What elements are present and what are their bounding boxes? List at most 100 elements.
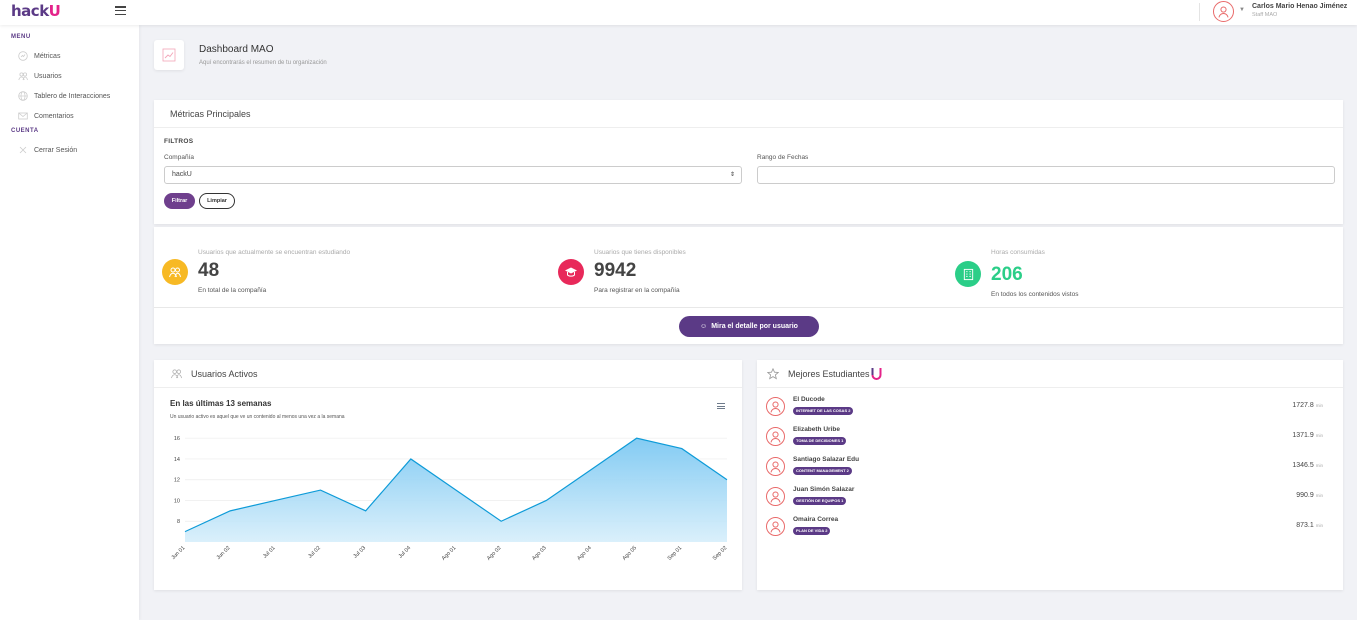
chevron-down-icon[interactable]: ▼ bbox=[1239, 7, 1245, 13]
select-arrows-icon: ⇕ bbox=[729, 172, 735, 178]
top-header: hackU ▼ Carlos Mario Henao Jiménez Staff… bbox=[0, 0, 1357, 25]
x-tick-label: Sep 01 bbox=[667, 545, 684, 562]
sidebar-item-label: Cerrar Sesión bbox=[34, 146, 78, 154]
stats-divider bbox=[154, 307, 1343, 308]
list-item[interactable]: Santiago Salazar Edu CONTENT MANAGEMENT 2… bbox=[757, 454, 1342, 484]
data-point[interactable] bbox=[454, 488, 459, 493]
logo[interactable]: hackU bbox=[11, 2, 61, 20]
user-role: Staff MAO bbox=[1252, 12, 1278, 18]
y-tick-label: 8 bbox=[177, 519, 180, 525]
stat-label: Usuarios que actualmente se encuentran e… bbox=[198, 249, 351, 256]
sidebar-heading-cuenta: CUENTA bbox=[11, 128, 39, 134]
stat-footer: En total de la compañía bbox=[198, 287, 267, 294]
x-tick-label: Ago 04 bbox=[576, 545, 593, 562]
data-point[interactable] bbox=[183, 529, 188, 534]
data-point[interactable] bbox=[499, 519, 504, 524]
best-students-header: Mejores Estudiantes bbox=[757, 360, 1343, 388]
x-tick-label: Jul 01 bbox=[262, 545, 277, 560]
minutes-value: 1727.8 bbox=[1292, 402, 1314, 409]
data-point[interactable] bbox=[228, 508, 233, 513]
sidebar-item-tablero[interactable]: Tablero de Interacciones bbox=[0, 86, 139, 106]
users-icon bbox=[18, 72, 28, 81]
filters-label: FILTROS bbox=[164, 138, 194, 145]
sidebar-item-label: Usuarios bbox=[34, 72, 62, 80]
company-select-value: hackU bbox=[172, 171, 192, 178]
metrics-card-header: Métricas Principales bbox=[154, 100, 1343, 128]
sidebar-item-logout[interactable]: Cerrar Sesión bbox=[0, 140, 139, 160]
data-point[interactable] bbox=[679, 446, 684, 451]
user-detail-button[interactable]: ☺ Mira el detalle por usuario bbox=[679, 316, 819, 337]
chart-icon bbox=[18, 51, 28, 61]
x-tick-label: Jul 02 bbox=[307, 545, 322, 560]
date-range-label: Rango de Fechas bbox=[757, 154, 809, 161]
stat-label: Usuarios que tienes disponibles bbox=[594, 249, 686, 256]
company-label: Compañía bbox=[164, 154, 194, 161]
list-item[interactable]: Omaira Correa PLAN DE VIDA 2 873.1 min bbox=[757, 514, 1342, 544]
close-icon bbox=[19, 146, 27, 154]
x-tick-label: Jun 01 bbox=[170, 545, 186, 561]
stat-value: 9942 bbox=[594, 260, 637, 281]
active-users-card: Usuarios Activos En las últimas 13 seman… bbox=[154, 360, 742, 590]
course-badge: TOMA DE DECISIONES 1 bbox=[793, 437, 847, 445]
data-point[interactable] bbox=[408, 456, 413, 461]
sidebar-item-comentarios[interactable]: Comentarios bbox=[0, 106, 139, 126]
graduation-cap-icon bbox=[558, 259, 584, 285]
student-name: Santiago Salazar Edu bbox=[793, 456, 860, 463]
user-icon bbox=[770, 401, 781, 413]
y-tick-label: 14 bbox=[174, 457, 180, 463]
page-title-icon-card bbox=[154, 40, 184, 70]
stat-label: Horas consumidas bbox=[991, 249, 1045, 256]
minutes-unit: min bbox=[1315, 433, 1323, 438]
data-point[interactable] bbox=[318, 488, 323, 493]
user-name: Carlos Mario Henao Jiménez bbox=[1252, 3, 1348, 10]
y-tick-label: 12 bbox=[174, 478, 180, 484]
minutes-unit: min bbox=[1315, 403, 1323, 408]
minutes-value: 1346.5 bbox=[1292, 462, 1314, 469]
data-point[interactable] bbox=[725, 477, 730, 482]
student-minutes: 1727.8 min bbox=[1292, 402, 1323, 409]
course-badge: PLAN DE VIDA 2 bbox=[793, 527, 831, 535]
x-tick-label: Jun 02 bbox=[216, 545, 232, 561]
best-students-title: Mejores Estudiantes bbox=[788, 368, 870, 379]
list-item[interactable]: Elizabeth Uribe TOMA DE DECISIONES 1 1371.… bbox=[757, 424, 1342, 454]
x-tick-label: Ago 01 bbox=[441, 545, 458, 562]
smile-icon: ☺ bbox=[700, 323, 708, 330]
sidebar-item-metricas[interactable]: Métricas bbox=[0, 46, 139, 66]
menu-toggle-icon[interactable] bbox=[115, 6, 126, 15]
y-tick-label: 16 bbox=[174, 436, 180, 442]
x-tick-label: Ago 02 bbox=[486, 545, 503, 562]
sidebar-item-usuarios[interactable]: Usuarios bbox=[0, 66, 139, 86]
logo-accent: U bbox=[48, 2, 61, 20]
avatar bbox=[766, 427, 785, 446]
data-point[interactable] bbox=[634, 436, 639, 441]
clear-button[interactable]: Limpiar bbox=[199, 193, 235, 209]
date-range-input[interactable] bbox=[757, 166, 1335, 184]
user-icon bbox=[770, 461, 781, 473]
course-badge: CONTENT MANAGEMENT 2 bbox=[793, 467, 852, 475]
minutes-unit: min bbox=[1315, 463, 1323, 468]
building-icon bbox=[955, 261, 981, 287]
student-minutes: 873.1 min bbox=[1296, 522, 1323, 529]
star-icon bbox=[767, 367, 779, 379]
company-select[interactable]: hackU ⇕ bbox=[164, 166, 742, 184]
student-minutes: 1371.9 min bbox=[1292, 432, 1323, 439]
stat-value: 48 bbox=[198, 260, 220, 281]
x-tick-label: Ago 03 bbox=[531, 545, 548, 562]
data-point[interactable] bbox=[363, 508, 368, 513]
list-item[interactable]: El Ducode INTERNET DE LAS COSAS 2 1727.8 m… bbox=[757, 394, 1342, 424]
x-tick-label: Jul 03 bbox=[352, 545, 367, 560]
data-point[interactable] bbox=[273, 498, 278, 503]
minutes-unit: min bbox=[1315, 493, 1323, 498]
list-item[interactable]: Juan Simón Salazar GESTIÓN DE EQUIPOS 1 99… bbox=[757, 484, 1342, 514]
data-point[interactable] bbox=[589, 467, 594, 472]
filter-button[interactable]: Filtrar bbox=[164, 193, 195, 209]
user-avatar[interactable] bbox=[1213, 1, 1234, 22]
data-point[interactable] bbox=[544, 498, 549, 503]
sidebar-item-label: Comentarios bbox=[34, 112, 74, 120]
student-minutes: 990.9 min bbox=[1296, 492, 1323, 499]
page-title: Dashboard MAO bbox=[199, 44, 274, 55]
sidebar-item-label: Métricas bbox=[34, 52, 61, 60]
mail-icon bbox=[18, 112, 28, 120]
active-users-chart: 8 10 12 14 16 Jun 01 Jun 02 Jul 01 Jul 02 Jul 03 J… bbox=[170, 436, 730, 562]
users-icon bbox=[162, 259, 188, 285]
